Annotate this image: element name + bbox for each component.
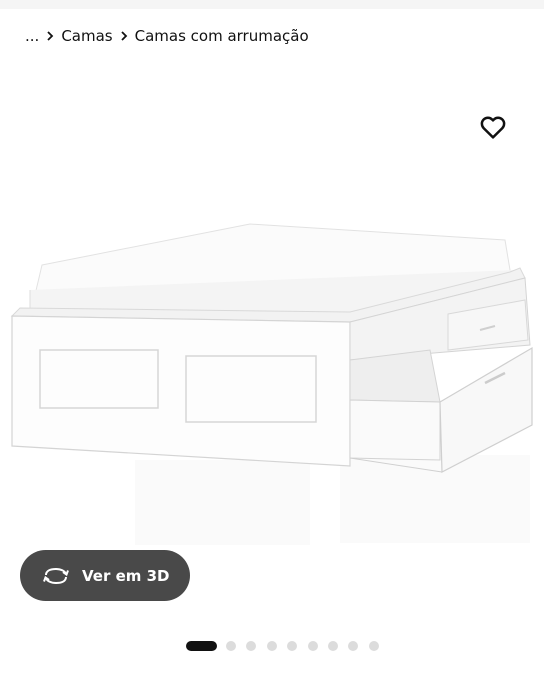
carousel-dot[interactable] (307, 641, 318, 651)
top-strip (0, 0, 544, 9)
chevron-right-icon (39, 30, 61, 42)
chevron-right-icon (113, 30, 135, 42)
breadcrumb-item-camas-com-arrumacao[interactable]: Camas com arrumação (135, 27, 309, 45)
view-in-3d-button[interactable]: Ver em 3D (20, 550, 190, 601)
view-in-3d-label: Ver em 3D (82, 566, 170, 585)
breadcrumb-ellipsis[interactable]: ... (25, 27, 39, 45)
carousel-dot[interactable] (348, 641, 359, 651)
heart-outline-icon (480, 116, 506, 139)
product-image (0, 150, 544, 550)
carousel-dot[interactable] (246, 641, 257, 651)
carousel-indicators (186, 640, 389, 652)
carousel-dot[interactable] (327, 641, 338, 651)
carousel-dot[interactable] (266, 641, 277, 651)
rotate-3d-icon (43, 567, 69, 584)
carousel-dot[interactable] (368, 641, 379, 651)
carousel-dot[interactable] (226, 641, 236, 651)
breadcrumb: ... Camas Camas com arrumação (25, 24, 309, 48)
carousel-dot[interactable] (287, 641, 298, 651)
carousel-dot[interactable] (186, 641, 217, 651)
breadcrumb-item-camas[interactable]: Camas (61, 27, 112, 45)
favourite-button[interactable] (478, 112, 508, 142)
